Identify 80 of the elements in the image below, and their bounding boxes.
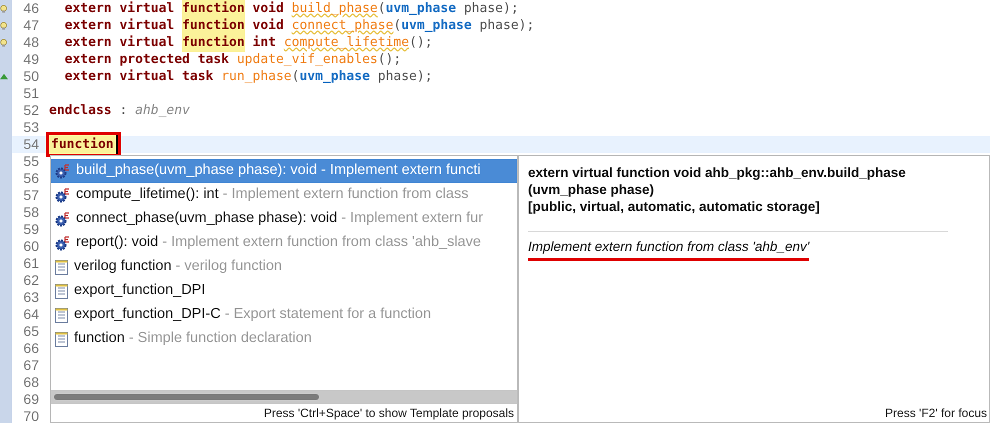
template-hint: Press 'Ctrl+Space' to show Template proposals (262, 405, 515, 422)
line-number: 51 (22, 84, 40, 103)
line-number: 57 (22, 186, 40, 205)
line-number: 60 (22, 237, 40, 256)
line-number: 54 (22, 135, 40, 154)
gear-icon (55, 212, 70, 226)
type-name: uvm_phase (386, 0, 456, 18)
type-name: uvm_phase (401, 16, 472, 35)
proposal-item[interactable]: function - Simple function declaration (51, 327, 517, 351)
keyword-text: extern protected task (64, 50, 230, 69)
proposal-item[interactable]: compute_lifetime(): int - Implement extern function from class (51, 183, 517, 207)
line-number: 55 (22, 152, 40, 171)
warning-bulb-icon (0, 20, 8, 32)
line-number: 53 (22, 118, 40, 137)
code-text: phase); (462, 0, 519, 18)
keyword-text: void (252, 0, 285, 18)
line-number: 50 (22, 67, 40, 86)
line-number: 49 (22, 50, 40, 69)
keyword-text: extern virtual (64, 34, 176, 52)
highlighted-keyword: function (182, 32, 245, 52)
triangle-icon (0, 73, 8, 80)
line-number: 58 (22, 203, 40, 222)
attributes-text: [public, virtual, automatic, automatic storage] (528, 198, 821, 215)
line-number: 69 (22, 390, 40, 409)
code-text: phase); (478, 16, 534, 35)
gear-icon (55, 188, 70, 202)
code-text: phase); (376, 68, 433, 86)
description-text: Implement extern function from class 'ahb_env' (528, 237, 810, 262)
code-text: ( (378, 0, 386, 18)
keyword-text: endclass (49, 102, 112, 120)
document-icon (55, 332, 68, 346)
horizontal-scrollbar[interactable] (51, 390, 517, 404)
keyword-text: int (252, 34, 277, 52)
line-number: 47 (22, 16, 40, 35)
function-name: build_phase (292, 0, 378, 18)
line-number: 66 (22, 339, 40, 358)
function-name: run_phase (221, 68, 292, 86)
document-icon (55, 284, 68, 298)
proposal-item[interactable]: export_function_DPI (51, 279, 517, 303)
keyword-text: extern virtual (64, 16, 176, 35)
line-number: 68 (22, 373, 40, 392)
line-number: 70 (22, 407, 40, 423)
type-name: uvm_phase (299, 68, 370, 86)
line-number: 59 (22, 220, 40, 239)
proposal-item[interactable]: export_function_DPI-C - Export statement for a function (51, 303, 517, 327)
code-text: (); (378, 50, 402, 69)
keyword-text: void (252, 16, 285, 35)
line-number: 65 (22, 322, 40, 341)
code-text: ( (393, 16, 402, 35)
proposal-item[interactable]: connect_phase(uvm_phase phase): void - Implement extern fur (51, 207, 517, 231)
line-number: 67 (22, 356, 40, 375)
code-text: : (118, 102, 128, 120)
line-number: 48 (22, 33, 40, 52)
gear-icon (55, 236, 70, 250)
line-number: 62 (22, 271, 40, 290)
code-text: ( (292, 68, 300, 86)
typed-keyword: function (49, 134, 118, 154)
function-name: update_vif_enables (236, 50, 378, 69)
warning-bulb-icon (0, 36, 8, 48)
function-name: compute_lifetime (284, 34, 410, 52)
line-number: 56 (22, 169, 40, 188)
keyword-text: extern virtual task (64, 68, 214, 86)
proposal-item[interactable]: build_phase(uvm_phase phase): void - Implement extern functi (51, 159, 517, 183)
line-number: 61 (22, 254, 40, 273)
document-icon (55, 260, 68, 274)
warning-bulb-icon (0, 2, 8, 14)
document-icon (55, 308, 68, 322)
class-label: ahb_env (135, 102, 190, 120)
keyword-text: extern virtual (64, 0, 176, 18)
signature-text: extern virtual function void ahb_pkg::ahb_env.build_phase (uvm_phase phase) (528, 164, 907, 198)
code-text: (); (409, 34, 433, 52)
focus-hint: Press 'F2' for focus (884, 405, 988, 422)
line-number: 63 (22, 288, 40, 307)
line-number: 52 (22, 101, 40, 120)
line-number: 46 (22, 0, 40, 18)
proposal-item[interactable]: verilog function - verilog function (51, 255, 517, 279)
gear-icon (55, 164, 70, 178)
function-name: connect_phase (292, 16, 394, 35)
proposal-item[interactable]: report(): void - Implement extern function from class 'ahb_slave (51, 231, 517, 255)
line-number: 64 (22, 305, 40, 324)
